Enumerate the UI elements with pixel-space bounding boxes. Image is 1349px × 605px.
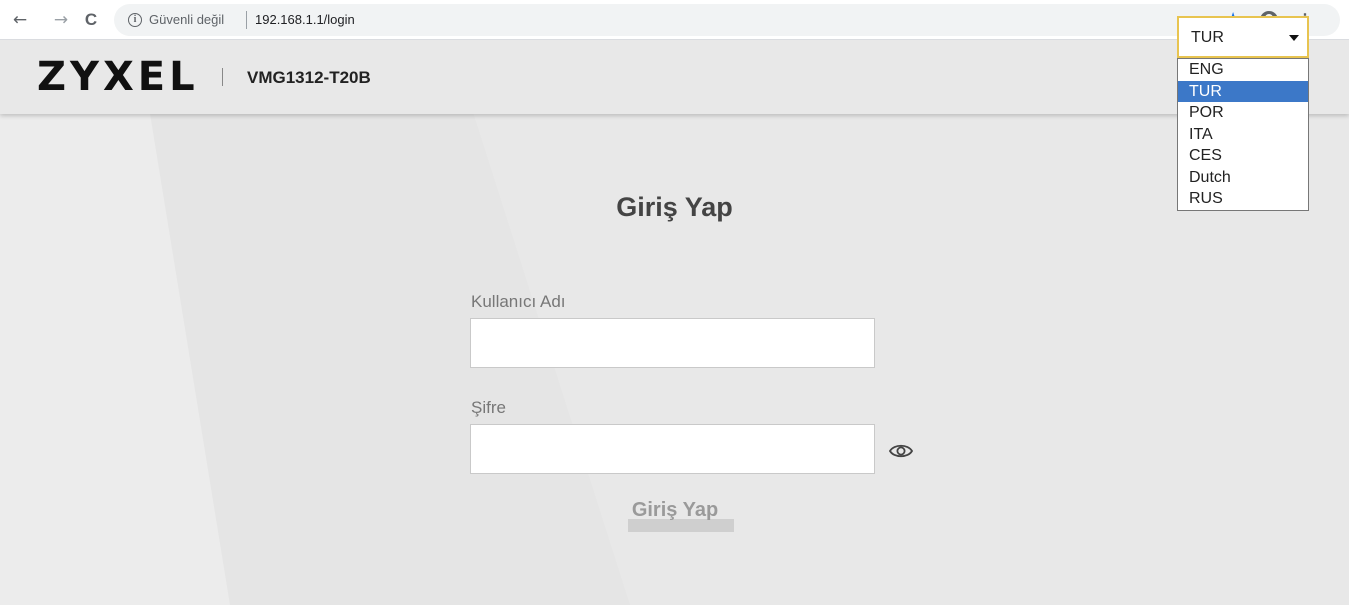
chevron-down-icon <box>1289 35 1299 41</box>
language-option-rus[interactable]: RUS <box>1178 188 1308 210</box>
browser-toolbar: ← → C i Güvenli değil 192.168.1.1/login … <box>0 0 1349 40</box>
page-header: ZYXEL VMG1312-T20B <box>0 40 1349 114</box>
login-page: ZYXEL VMG1312-T20B Giriş Yap Kullanıcı A… <box>0 40 1349 605</box>
language-dropdown-list: ENG TUR POR ITA CES Dutch RUS <box>1177 58 1309 211</box>
language-option-dutch[interactable]: Dutch <box>1178 167 1308 189</box>
model-name: VMG1312-T20B <box>247 68 371 87</box>
url-text[interactable]: 192.168.1.1/login <box>255 12 355 27</box>
password-input[interactable] <box>470 424 875 474</box>
forward-icon[interactable]: → <box>50 9 72 31</box>
language-option-ita[interactable]: ITA <box>1178 124 1308 146</box>
language-selected-value: TUR <box>1191 29 1224 46</box>
login-button-label: Giriş Yap <box>631 499 719 521</box>
page-title: Giriş Yap <box>616 192 733 222</box>
login-button[interactable]: Giriş Yap <box>615 497 735 533</box>
background-shape <box>0 40 230 605</box>
language-option-eng[interactable]: ENG <box>1178 59 1308 81</box>
language-option-por[interactable]: POR <box>1178 102 1308 124</box>
username-label: Kullanıcı Adı <box>471 292 566 311</box>
show-password-eye-icon[interactable] <box>887 437 915 465</box>
language-select[interactable]: TUR <box>1177 16 1309 58</box>
back-icon[interactable]: ← <box>9 9 31 31</box>
url-divider <box>246 11 247 29</box>
reload-icon[interactable]: C <box>80 9 102 31</box>
language-option-tur[interactable]: TUR <box>1178 80 1308 102</box>
language-option-ces[interactable]: CES <box>1178 145 1308 167</box>
username-input[interactable] <box>470 318 875 368</box>
zyxel-logo: ZYXEL <box>37 54 199 100</box>
header-divider <box>222 68 223 86</box>
address-bar[interactable]: i Güvenli değil 192.168.1.1/login ★ ⋮ <box>114 4 1340 36</box>
security-status[interactable]: Güvenli değil <box>149 12 224 27</box>
info-icon[interactable]: i <box>128 13 142 27</box>
password-label: Şifre <box>471 398 506 417</box>
